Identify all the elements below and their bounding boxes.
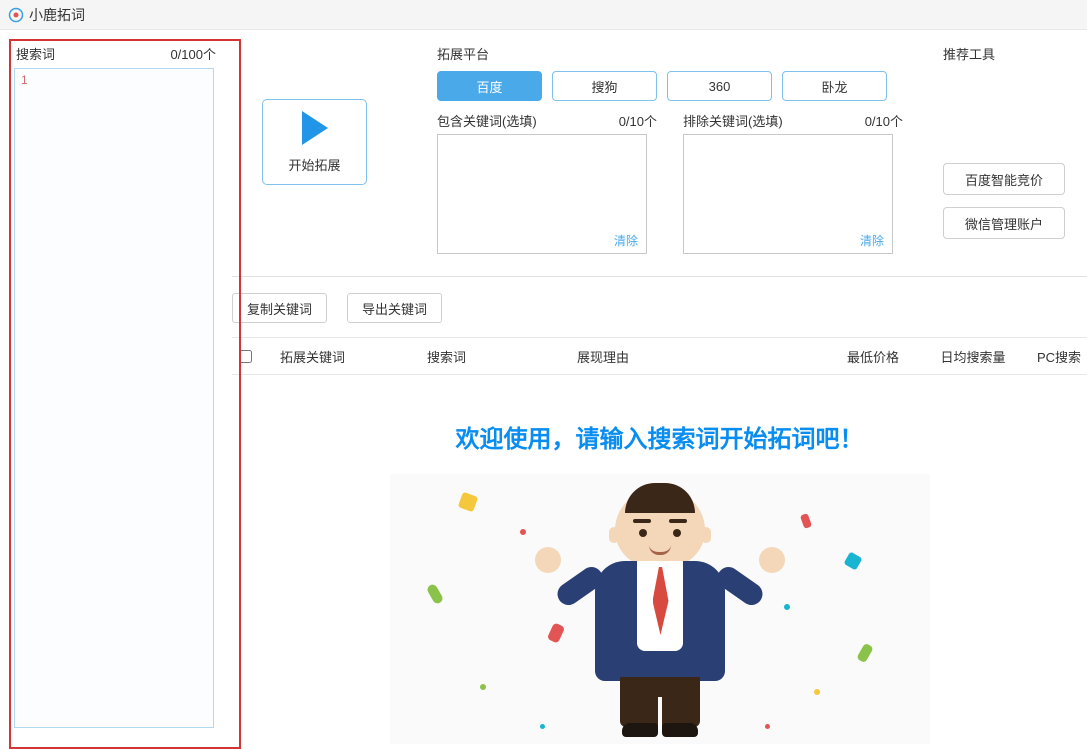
tools-label: 推荐工具 [943, 44, 1065, 63]
exclude-kw-clear[interactable]: 清除 [860, 232, 884, 249]
app-icon [8, 7, 24, 23]
export-keywords-button[interactable]: 导出关键词 [347, 293, 442, 323]
platform-tab-wolong[interactable]: 卧龙 [782, 71, 887, 101]
app-title: 小鹿拓词 [29, 5, 85, 25]
include-kw-clear[interactable]: 清除 [614, 232, 638, 249]
col-min-price: 最低价格 [823, 347, 923, 366]
right-panel: 开始拓展 拓展平台 百度 搜狗 360 卧龙 包含关键词(选填) 0/10个 [232, 30, 1087, 731]
exclude-kw-label: 排除关键词(选填) [683, 111, 783, 130]
include-kw-textarea[interactable]: 清除 [437, 134, 647, 254]
include-kw-count: 0/10个 [619, 111, 657, 130]
exclude-kw-textarea[interactable]: 清除 [683, 134, 893, 254]
welcome-text: 欢迎使用，请输入搜索词开始拓词吧！ [232, 419, 1087, 454]
title-bar: 小鹿拓词 [0, 0, 1087, 30]
start-expand-button[interactable]: 开始拓展 [262, 99, 367, 185]
search-count: 0/100个 [170, 44, 216, 63]
tool-wechat-account[interactable]: 微信管理账户 [943, 207, 1065, 239]
exclude-kw-count: 0/10个 [865, 111, 903, 130]
search-textarea[interactable]: 1 [14, 68, 214, 728]
welcome-section: 欢迎使用，请输入搜索词开始拓词吧！ [232, 375, 1087, 744]
select-all-checkbox[interactable] [239, 350, 252, 363]
search-label: 搜索词 [16, 44, 55, 63]
tool-baidu-bidding[interactable]: 百度智能竞价 [943, 163, 1065, 195]
include-kw-label: 包含关键词(选填) [437, 111, 537, 130]
platform-tab-sogou[interactable]: 搜狗 [552, 71, 657, 101]
platform-tab-baidu[interactable]: 百度 [437, 71, 542, 101]
col-pc-search: PC搜索 [1023, 347, 1083, 366]
col-reason: 展现理由 [563, 347, 823, 366]
play-icon [302, 111, 328, 145]
copy-keywords-button[interactable]: 复制关键词 [232, 293, 327, 323]
platforms-label: 拓展平台 [437, 44, 903, 63]
start-button-label: 开始拓展 [288, 155, 340, 174]
line-number: 1 [21, 73, 35, 723]
col-daily-search: 日均搜索量 [923, 347, 1023, 366]
results-table-header: 拓展关键词 搜索词 展现理由 最低价格 日均搜索量 PC搜索 [232, 337, 1087, 375]
welcome-illustration [390, 474, 930, 744]
search-panel: 搜索词 0/100个 1 [0, 30, 232, 731]
col-search-kw: 搜索词 [413, 347, 563, 366]
platform-tab-360[interactable]: 360 [667, 71, 772, 101]
col-expand-kw: 拓展关键词 [258, 347, 413, 366]
